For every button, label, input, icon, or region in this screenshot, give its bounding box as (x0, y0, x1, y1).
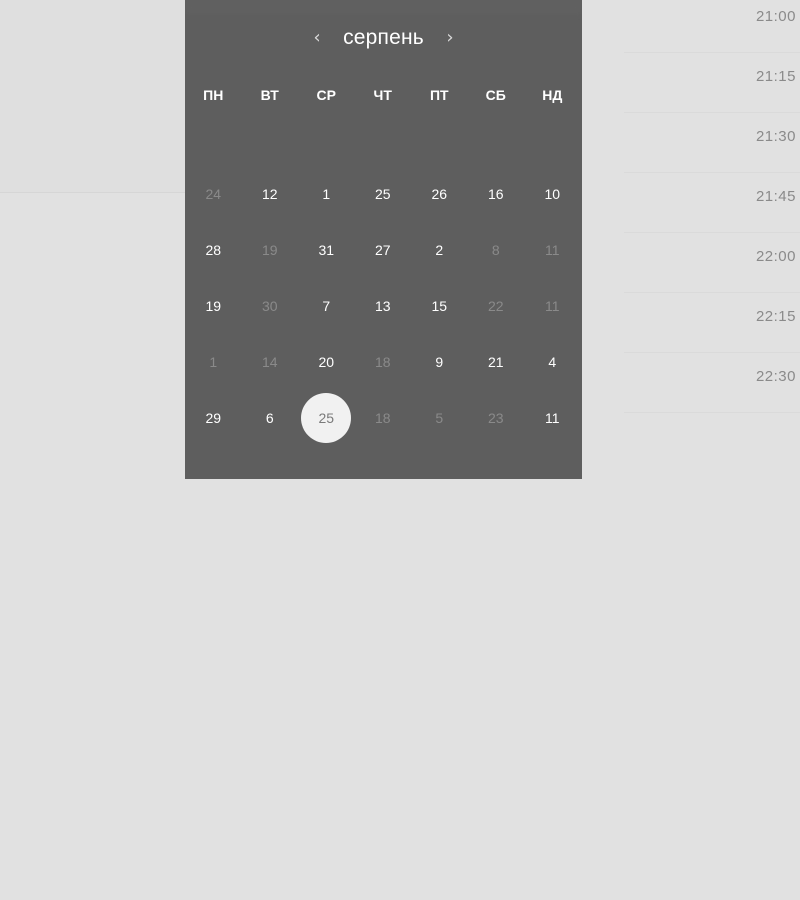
weekday-header: ПН ВТ СР ЧТ ПТ СБ НД (185, 84, 582, 106)
day-cell[interactable]: 16 (468, 166, 525, 222)
left-panel (0, 0, 185, 193)
day-cell[interactable]: 7 (298, 278, 355, 334)
day-cell[interactable]: 29 (185, 390, 242, 446)
day-cell[interactable]: 28 (185, 222, 242, 278)
day-cell[interactable]: 11 (524, 390, 581, 446)
selected-day-cell[interactable]: 25 (298, 390, 355, 446)
time-slot-label: 22:15 (755, 308, 796, 325)
day-cell[interactable]: 31 (298, 222, 355, 278)
day-cell[interactable]: 10 (524, 166, 581, 222)
day-cell[interactable]: 9 (411, 334, 468, 390)
day-cell[interactable]: 11 (524, 278, 581, 334)
day-cell[interactable]: 18 (355, 390, 412, 446)
time-slot[interactable]: 21:30 (624, 112, 800, 173)
day-cell[interactable]: 1 (298, 166, 355, 222)
time-slot[interactable]: 22:30 (624, 352, 800, 413)
day-cell[interactable]: 26 (411, 166, 468, 222)
day-cell[interactable]: 20 (298, 334, 355, 390)
weekday-label: ЧТ (373, 87, 392, 103)
day-cell[interactable]: 24 (185, 166, 242, 222)
day-cell[interactable]: 30 (242, 278, 299, 334)
booking-page: ‹ серпень › ПН ВТ СР ЧТ ПТ СБ НД 24 12 1 25 26 16 10… (0, 0, 800, 900)
day-cell[interactable]: 22 (468, 278, 525, 334)
weekday-label: ПТ (429, 87, 449, 103)
day-grid: 24 12 1 25 26 16 10 28 19 31 27 2 8 11 19 30 7 13 15 22 11 1 1… (185, 166, 582, 446)
month-navigation: ‹ серпень › (185, 22, 582, 54)
time-slot-label: 22:30 (755, 368, 796, 385)
time-slot-list: 21:00 21:15 21:30 21:45 22:00 22:15 22:30 (624, 0, 800, 420)
time-slot-label: 22:00 (755, 248, 796, 265)
day-cell[interactable]: 12 (242, 166, 299, 222)
day-cell[interactable]: 2 (411, 222, 468, 278)
time-slot[interactable]: 21:00 (624, 0, 800, 53)
day-cell[interactable]: 1 (185, 334, 242, 390)
day-cell[interactable]: 11 (524, 222, 581, 278)
time-slot[interactable]: 22:15 (624, 292, 800, 353)
time-slot-label: 21:45 (755, 188, 796, 205)
day-cell[interactable]: 8 (468, 222, 525, 278)
day-cell[interactable]: 14 (242, 334, 299, 390)
day-cell[interactable]: 5 (411, 390, 468, 446)
day-cell[interactable]: 23 (468, 390, 525, 446)
time-slot[interactable]: 22:00 (624, 232, 800, 293)
day-cell[interactable]: 19 (185, 278, 242, 334)
day-cell[interactable]: 4 (524, 334, 581, 390)
time-slot[interactable]: 21:45 (624, 172, 800, 233)
day-cell[interactable]: 13 (355, 278, 412, 334)
time-slot[interactable]: 21:15 (624, 52, 800, 113)
day-cell[interactable]: 21 (468, 334, 525, 390)
day-cell[interactable]: 19 (242, 222, 299, 278)
time-slot-label: 21:15 (755, 68, 796, 85)
chevron-left-icon[interactable]: ‹ (309, 29, 325, 47)
day-cell[interactable]: 27 (355, 222, 412, 278)
time-slot-label: 21:30 (755, 128, 796, 145)
day-cell[interactable]: 18 (355, 334, 412, 390)
weekday-label: ПН (203, 87, 224, 103)
day-cell[interactable]: 15 (411, 278, 468, 334)
date-picker: ‹ серпень › ПН ВТ СР ЧТ ПТ СБ НД 24 12 1 25 26 16 10… (185, 0, 582, 479)
weekday-label: ВТ (260, 87, 279, 103)
day-cell[interactable]: 6 (242, 390, 299, 446)
weekday-label: НД (542, 87, 563, 103)
selected-day-label: 25 (301, 393, 352, 443)
weekday-label: СБ (485, 87, 506, 103)
weekday-label: СР (316, 87, 336, 103)
calendar-header-overlay (185, 0, 582, 14)
day-cell[interactable]: 25 (355, 166, 412, 222)
time-slot-label: 21:00 (755, 8, 796, 25)
chevron-right-icon[interactable]: › (442, 29, 458, 47)
month-title: серпень (343, 26, 424, 49)
